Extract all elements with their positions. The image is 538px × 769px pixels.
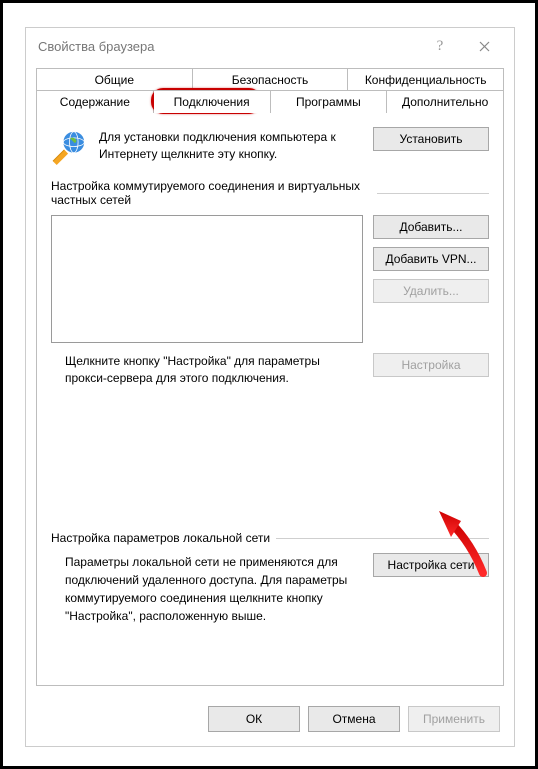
title-bar: Свойства браузера ? — [26, 28, 514, 64]
proxy-description: Щелкните кнопку "Настройка" для параметр… — [65, 353, 363, 388]
tab-connections[interactable]: Подключения — [154, 90, 271, 113]
tab-advanced[interactable]: Дополнительно — [387, 90, 504, 113]
add-vpn-button[interactable]: Добавить VPN... — [373, 247, 489, 271]
help-button[interactable]: ? — [418, 31, 462, 61]
dialup-header: Настройка коммутируемого соединения и ви… — [51, 179, 371, 207]
dialog-footer: ОК Отмена Применить — [26, 696, 514, 746]
add-button[interactable]: Добавить... — [373, 215, 489, 239]
apply-button: Применить — [408, 706, 500, 732]
remove-button: Удалить... — [373, 279, 489, 303]
ok-button[interactable]: ОК — [208, 706, 300, 732]
setup-description: Для установки подключения компьютера к И… — [99, 127, 363, 163]
tab-programs[interactable]: Программы — [271, 90, 388, 113]
lan-header: Настройка параметров локальной сети — [51, 531, 270, 545]
tab-strip: Общие Безопасность Конфиденциальность Со… — [36, 68, 504, 113]
cancel-button[interactable]: Отмена — [308, 706, 400, 732]
tab-privacy[interactable]: Конфиденциальность — [348, 68, 504, 91]
lan-settings-button[interactable]: Настройка сети — [373, 553, 489, 577]
tab-general[interactable]: Общие — [36, 68, 193, 91]
lan-description: Параметры локальной сети не применяются … — [65, 553, 363, 625]
tab-security[interactable]: Безопасность — [193, 68, 349, 91]
connections-listbox[interactable] — [51, 215, 363, 343]
close-button[interactable] — [462, 31, 506, 61]
setup-button[interactable]: Установить — [373, 127, 489, 151]
internet-properties-dialog: Свойства браузера ? Общие Безопасность К… — [25, 27, 515, 747]
lan-section: Настройка параметров локальной сети Пара… — [51, 531, 489, 625]
tab-content[interactable]: Содержание — [36, 90, 154, 113]
window-title: Свойства браузера — [38, 39, 418, 54]
globe-setup-icon — [51, 127, 89, 165]
settings-button: Настройка — [373, 353, 489, 377]
close-icon — [479, 41, 490, 52]
dialup-section: Настройка коммутируемого соединения и ви… — [51, 179, 489, 388]
connections-panel: Для установки подключения компьютера к И… — [36, 113, 504, 686]
